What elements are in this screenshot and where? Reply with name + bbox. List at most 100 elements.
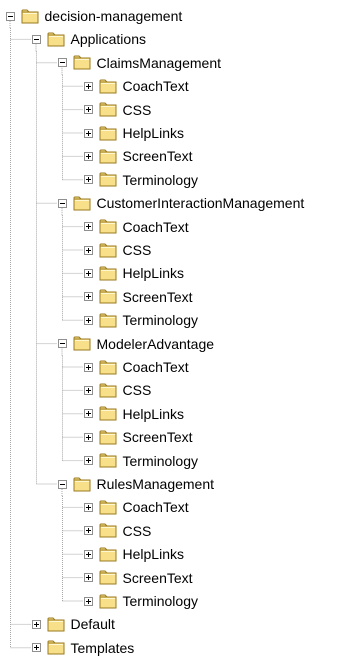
tree-node[interactable]: ModelerAdvantage xyxy=(57,334,215,354)
tree-node[interactable]: Terminology xyxy=(83,451,198,471)
folder-icon xyxy=(99,406,116,421)
tree-node[interactable]: ClaimsManagement xyxy=(57,53,222,73)
folder-icon xyxy=(99,360,116,374)
expand-toggle[interactable] xyxy=(83,105,93,115)
collapse-toggle[interactable] xyxy=(31,34,41,44)
expand-toggle[interactable] xyxy=(83,432,93,442)
tree-node[interactable]: ScreenText xyxy=(83,287,193,307)
tree-node-label[interactable]: RulesManagement xyxy=(97,475,215,493)
tree-node-label[interactable]: Templates xyxy=(71,639,135,657)
tree-node[interactable]: CoachText xyxy=(83,217,189,237)
tree-node[interactable]: HelpLinks xyxy=(83,123,184,143)
tree-node[interactable]: Templates xyxy=(31,638,135,658)
folder-icon xyxy=(21,9,38,23)
expand-toggle[interactable] xyxy=(83,292,93,302)
tree-node-label[interactable]: CoachText xyxy=(123,77,189,95)
tree-node-label[interactable]: CSS xyxy=(123,241,152,259)
collapse-toggle[interactable] xyxy=(57,58,67,68)
tree-node-label[interactable]: decision-management xyxy=(45,7,183,25)
expand-toggle[interactable] xyxy=(83,502,93,512)
tree-node-label[interactable]: HelpLinks xyxy=(123,264,184,282)
tree-node-label[interactable]: ScreenText xyxy=(123,147,193,165)
expand-toggle[interactable] xyxy=(83,151,93,161)
expand-toggle[interactable] xyxy=(83,526,93,536)
tree-node[interactable]: Terminology xyxy=(83,591,198,611)
folder-icon xyxy=(99,79,116,94)
tree-node[interactable]: CustomerInteractionManagement xyxy=(57,193,305,213)
folder-icon xyxy=(73,477,90,491)
folder-icon xyxy=(99,172,116,187)
tree-node[interactable]: decision-management xyxy=(5,6,183,26)
tree-node[interactable]: CoachText xyxy=(83,76,189,96)
tree-node-label[interactable]: HelpLinks xyxy=(123,545,184,563)
expand-toggle[interactable] xyxy=(83,175,93,185)
tree-node[interactable]: CoachText xyxy=(83,497,189,517)
expand-toggle[interactable] xyxy=(83,573,93,583)
tree-node-label[interactable]: Default xyxy=(71,615,115,633)
tree-node[interactable]: Terminology xyxy=(83,310,198,330)
tree-node-label[interactable]: ScreenText xyxy=(123,288,193,306)
tree-node-label[interactable]: Terminology xyxy=(123,311,198,329)
expand-toggle[interactable] xyxy=(83,362,93,372)
folder-icon xyxy=(99,289,116,304)
expand-toggle[interactable] xyxy=(83,81,93,91)
collapse-toggle[interactable] xyxy=(57,339,67,349)
tree-node-label[interactable]: ScreenText xyxy=(123,428,193,446)
tree-node-label[interactable]: CSS xyxy=(123,522,152,540)
expand-toggle[interactable] xyxy=(83,245,93,255)
tree-node-label[interactable]: ScreenText xyxy=(123,569,193,587)
expand-toggle[interactable] xyxy=(83,385,93,395)
expand-toggle[interactable] xyxy=(83,315,93,325)
folder-icon xyxy=(99,219,116,234)
folder-icon xyxy=(47,640,64,655)
expand-toggle[interactable] xyxy=(83,409,93,419)
expand-toggle[interactable] xyxy=(83,596,93,606)
tree-node[interactable]: ScreenText xyxy=(83,568,193,588)
tree-node-label[interactable]: HelpLinks xyxy=(123,405,184,423)
folder-icon xyxy=(99,430,116,445)
tree-node[interactable]: CSS xyxy=(83,380,152,400)
expand-toggle[interactable] xyxy=(83,222,93,232)
tree-node-label[interactable]: CSS xyxy=(123,101,152,119)
tree-node-label[interactable]: CoachText xyxy=(123,218,189,236)
tree-node[interactable]: Default xyxy=(31,614,115,634)
tree-node[interactable]: Terminology xyxy=(83,170,198,190)
folder-icon xyxy=(99,266,116,281)
tree-node[interactable]: ScreenText xyxy=(83,427,193,447)
tree-node-label[interactable]: ModelerAdvantage xyxy=(97,335,215,353)
folder-icon xyxy=(73,336,90,351)
tree-node-label[interactable]: HelpLinks xyxy=(123,124,184,142)
tree-node-label[interactable]: Applications xyxy=(71,30,147,48)
tree-node[interactable]: CSS xyxy=(83,100,152,120)
tree-node[interactable]: HelpLinks xyxy=(83,544,184,564)
tree-node[interactable]: ScreenText xyxy=(83,146,193,166)
tree-node[interactable]: Applications xyxy=(31,29,147,49)
tree-node[interactable]: RulesManagement xyxy=(57,474,215,494)
expand-toggle[interactable] xyxy=(31,643,41,653)
folder-icon xyxy=(99,149,116,164)
tree-node-label[interactable]: CSS xyxy=(123,381,152,399)
collapse-toggle[interactable] xyxy=(57,198,67,208)
folder-icon xyxy=(47,32,64,47)
expand-toggle[interactable] xyxy=(83,128,93,138)
folder-icon xyxy=(73,196,90,211)
tree-node[interactable]: CSS xyxy=(83,240,152,260)
expand-toggle[interactable] xyxy=(83,456,93,466)
tree-node-label[interactable]: Terminology xyxy=(123,452,198,470)
tree-node[interactable]: CSS xyxy=(83,521,152,541)
tree-node-label[interactable]: CoachText xyxy=(123,358,189,376)
collapse-toggle[interactable] xyxy=(57,479,67,489)
folder-icon xyxy=(99,500,116,515)
tree-node-label[interactable]: Terminology xyxy=(123,592,198,610)
tree-node-label[interactable]: CoachText xyxy=(123,498,189,516)
expand-toggle[interactable] xyxy=(83,268,93,278)
expand-toggle[interactable] xyxy=(31,619,41,629)
expand-toggle[interactable] xyxy=(83,549,93,559)
tree-node[interactable]: HelpLinks xyxy=(83,263,184,283)
tree-node-label[interactable]: ClaimsManagement xyxy=(97,54,222,72)
tree-node-label[interactable]: CustomerInteractionManagement xyxy=(97,194,305,212)
tree-node-label[interactable]: Terminology xyxy=(123,171,198,189)
tree-node[interactable]: CoachText xyxy=(83,357,189,377)
collapse-toggle[interactable] xyxy=(5,11,15,21)
tree-node[interactable]: HelpLinks xyxy=(83,404,184,424)
